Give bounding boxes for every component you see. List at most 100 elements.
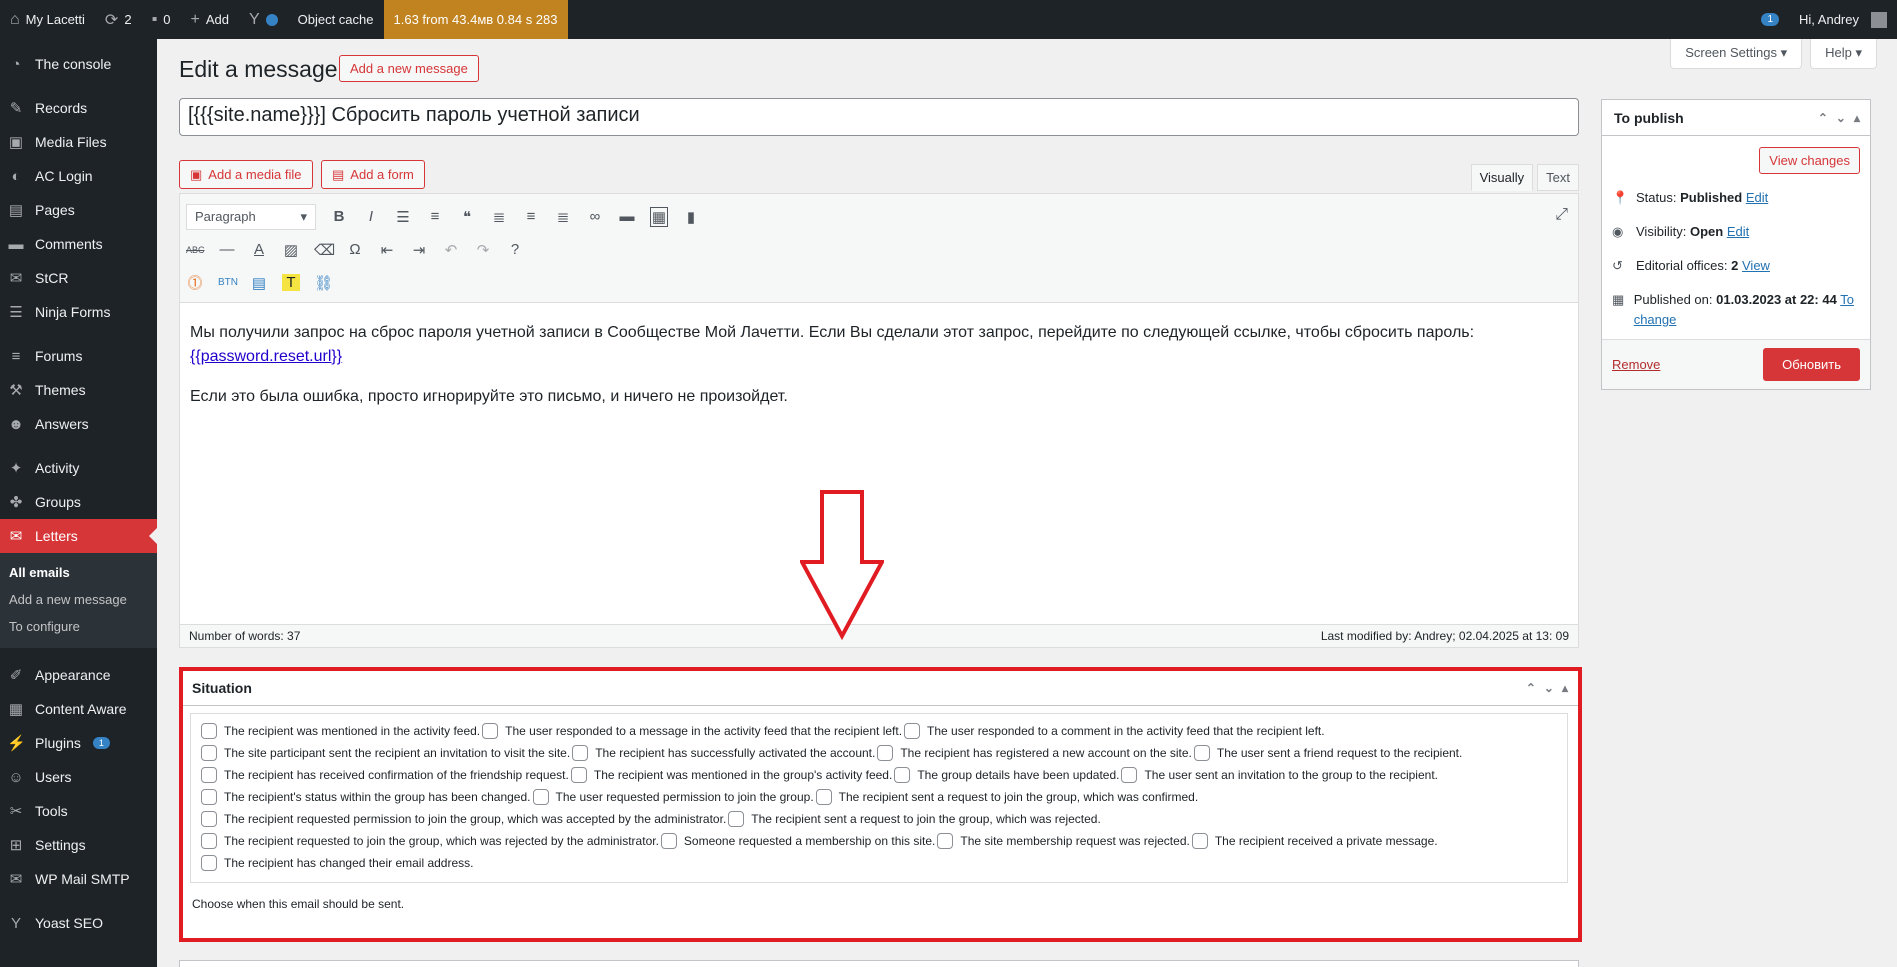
sidebar-item-users[interactable]: ☺ Users <box>0 760 157 794</box>
situation-option[interactable]: The recipient requested to join the grou… <box>201 830 659 852</box>
indent-icon[interactable]: ⇥ <box>410 241 428 259</box>
highlight-text-icon[interactable]: T <box>282 274 300 291</box>
bold-icon[interactable]: B <box>330 208 348 225</box>
table-icon[interactable]: ▤ <box>250 274 268 292</box>
sidebar-item-pages[interactable]: ▤ Pages <box>0 193 157 227</box>
unlink-icon[interactable]: ⛓ <box>314 274 333 292</box>
checkbox[interactable] <box>877 745 894 761</box>
checkbox[interactable] <box>1191 833 1208 849</box>
situation-option[interactable]: The recipient sent a request to join the… <box>728 808 1101 830</box>
situation-option[interactable]: The recipient has changed their email ad… <box>201 852 473 874</box>
horizontal-line-icon[interactable]: — <box>218 241 236 258</box>
format-select[interactable]: Paragraph ▾ <box>186 203 316 230</box>
checkbox[interactable] <box>570 767 587 783</box>
checkbox[interactable] <box>904 723 921 739</box>
submenu-all-emails[interactable]: All emails <box>0 559 157 586</box>
site-name-link[interactable]: ⌂ My Lacetti <box>0 0 95 39</box>
tab-visual[interactable]: Visually <box>1470 164 1534 191</box>
sidebar-item-records[interactable]: ✎ Records <box>0 91 157 125</box>
sidebar-item-groups[interactable]: ✤ Groups <box>0 485 157 519</box>
sidebar-item-ac-login[interactable]: ◐ AC Login <box>0 159 157 193</box>
chart-icon[interactable]: ▮ <box>682 208 700 226</box>
situation-option[interactable]: The user responded to a comment in the a… <box>904 720 1325 742</box>
checkbox[interactable] <box>532 789 549 805</box>
checkbox[interactable] <box>1121 767 1138 783</box>
situation-option[interactable]: The recipient was mentioned in the group… <box>570 764 892 786</box>
situation-option[interactable]: The recipient was mentioned in the activ… <box>201 720 480 742</box>
sidebar-item-stcr[interactable]: ✉ StCR <box>0 261 157 295</box>
checkbox[interactable] <box>201 811 217 827</box>
checkbox[interactable] <box>201 745 217 761</box>
sidebar-item-comments[interactable]: ▬ Comments <box>0 227 157 261</box>
toggle-icon[interactable]: ▴ <box>1854 111 1860 125</box>
situation-option[interactable]: Someone requested a membership on this s… <box>660 830 935 852</box>
yoast-link[interactable]: Y <box>239 0 288 39</box>
query-monitor-link[interactable]: 1.63 from 43.4мв 0.84 s 283 <box>383 0 568 39</box>
move-up-icon[interactable]: ⌃ <box>1818 111 1828 125</box>
reset-link[interactable]: {{password.reset.url}} <box>190 348 342 365</box>
checkbox[interactable] <box>1193 745 1210 761</box>
align-left-icon[interactable]: ≣ <box>490 208 508 226</box>
situation-option[interactable]: The recipient received a private message… <box>1191 830 1438 852</box>
situation-option[interactable]: The user responded to a message in the a… <box>482 720 902 742</box>
submenu-configure[interactable]: To configure <box>0 613 157 640</box>
situation-option[interactable]: The site membership request was rejected… <box>937 830 1190 852</box>
notifications-link[interactable]: 1 <box>1751 0 1789 39</box>
clear-format-icon[interactable]: ⌫ <box>314 241 335 259</box>
strikethrough-icon[interactable]: ABC <box>186 245 205 255</box>
checkbox[interactable] <box>937 833 954 849</box>
numbered-list-icon[interactable]: ≡ <box>426 208 444 225</box>
help-icon[interactable]: ? <box>506 241 524 258</box>
align-center-icon[interactable]: ≡ <box>522 208 540 225</box>
move-up-icon[interactable]: ⌃ <box>1526 681 1536 695</box>
submenu-add-new-message[interactable]: Add a new message <box>0 586 157 613</box>
sidebar-item-settings[interactable]: ⊞ Settings <box>0 828 157 862</box>
add-form-button[interactable]: ▤ Add a form <box>321 160 425 189</box>
align-right-icon[interactable]: ≣ <box>554 208 572 226</box>
sidebar-item-tools[interactable]: ✂ Tools <box>0 794 157 828</box>
situation-option[interactable]: The site participant sent the recipient … <box>201 742 570 764</box>
checkbox[interactable] <box>201 833 217 849</box>
checkbox[interactable] <box>201 723 217 739</box>
situation-option[interactable]: The user requested permission to join th… <box>532 786 814 808</box>
account-menu[interactable]: Hi, Andrey <box>1789 0 1897 39</box>
sidebar-item-yoast-seo[interactable]: Y Yoast SEO <box>0 906 157 940</box>
sidebar-item-console[interactable]: ◔ The console <box>0 47 157 81</box>
move-down-icon[interactable]: ⌄ <box>1544 681 1554 695</box>
remove-link[interactable]: Remove <box>1612 357 1660 372</box>
checkbox[interactable] <box>815 789 832 805</box>
checkbox[interactable] <box>728 811 745 827</box>
sidebar-item-activity[interactable]: ✦ Activity <box>0 451 157 485</box>
read-more-icon[interactable]: ▬ <box>618 208 636 225</box>
tab-text[interactable]: Text <box>1537 164 1579 191</box>
checkbox[interactable] <box>201 855 217 871</box>
text-color-icon[interactable]: A <box>250 241 268 258</box>
screen-options-button[interactable]: Screen Settings ▾ <box>1670 39 1803 69</box>
situation-option[interactable]: The recipient's status within the group … <box>201 786 531 808</box>
undo-icon[interactable]: ↶ <box>442 241 460 259</box>
sidebar-item-media[interactable]: ▣ Media Files <box>0 125 157 159</box>
add-new-message-button[interactable]: Add a new message <box>339 55 479 82</box>
sidebar-item-plugins[interactable]: ⚡ Plugins 1 <box>0 726 157 760</box>
alert-icon[interactable]: ⓵ <box>186 272 204 293</box>
sidebar-item-content-aware[interactable]: ▦ Content Aware <box>0 692 157 726</box>
outdent-icon[interactable]: ⇤ <box>378 241 396 259</box>
object-cache-link[interactable]: Object cache <box>288 0 384 39</box>
redo-icon[interactable]: ↷ <box>474 241 492 259</box>
move-down-icon[interactable]: ⌄ <box>1836 111 1846 125</box>
title-input[interactable]: [{{{site.name}}}] Сбросить пароль учетно… <box>179 98 1579 136</box>
checkbox[interactable] <box>572 745 589 761</box>
situation-option[interactable]: The recipient has registered a new accou… <box>877 742 1192 764</box>
sidebar-item-letters[interactable]: ✉ Letters <box>0 519 157 553</box>
checkbox[interactable] <box>482 723 499 739</box>
situation-option[interactable]: The recipient has successfully activated… <box>572 742 875 764</box>
sidebar-item-wp-mail-smtp[interactable]: ✉ WP Mail SMTP <box>0 862 157 896</box>
view-revisions-link[interactable]: View <box>1742 258 1770 273</box>
checkbox[interactable] <box>201 767 217 783</box>
blockquote-icon[interactable]: ❝ <box>458 208 476 226</box>
edit-status-link[interactable]: Edit <box>1746 190 1768 205</box>
updates-link[interactable]: ⟳ 2 <box>95 0 142 39</box>
toolbar-toggle-icon[interactable]: ▦ <box>650 206 668 227</box>
situation-option[interactable]: The user sent an invitation to the group… <box>1121 764 1438 786</box>
italic-icon[interactable]: I <box>362 208 380 225</box>
